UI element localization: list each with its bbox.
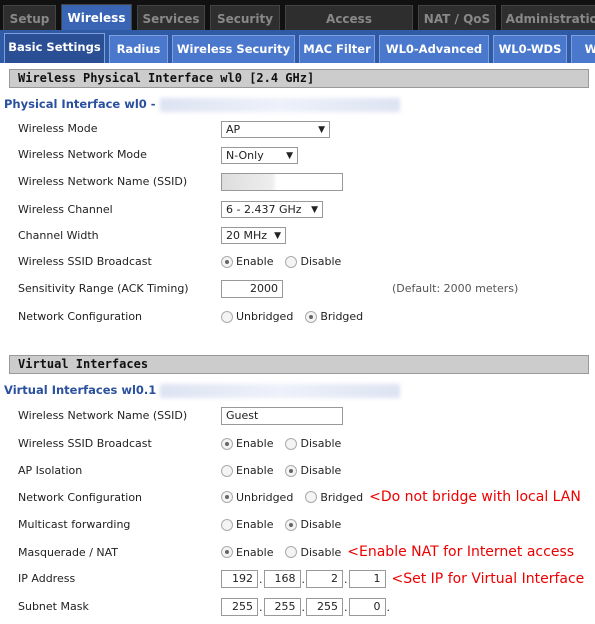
subtab-mac-filter[interactable]: MAC Filter (299, 35, 375, 63)
label: Wireless Mode (18, 122, 98, 135)
tab-security[interactable]: Security (210, 5, 280, 31)
label: Wireless Network Name (SSID) (18, 175, 188, 188)
network-mode-select[interactable]: N-Only ▼ (221, 147, 298, 164)
top-nav: Setup Wireless Services Security Access … (0, 0, 595, 52)
virtual-ssid-input[interactable]: Guest (221, 407, 343, 425)
physical-title: Physical Interface wl0 - (4, 97, 400, 112)
sub-nav: Basic Settings Radius Wireless Security … (0, 30, 595, 63)
bridged-radio[interactable]: Bridged (305, 310, 363, 323)
label: Wireless SSID Broadcast (18, 255, 152, 268)
label: Wireless Network Name (SSID) (18, 409, 188, 422)
tab-nat-qos[interactable]: NAT / QoS (418, 5, 496, 31)
tab-administration[interactable]: Administration (501, 5, 595, 31)
broadcast-enable-radio[interactable]: Enable (221, 255, 273, 268)
broadcast-disable-radio[interactable]: Disable (285, 255, 341, 268)
subtab-wl0-advanced[interactable]: WL0-Advanced (379, 35, 489, 63)
tab-wireless[interactable]: Wireless (61, 4, 132, 31)
subtab-wl0-wds[interactable]: WL0-WDS (493, 35, 567, 63)
ack-default-hint: (Default: 2000 meters) (392, 282, 519, 295)
unbridged-radio[interactable]: Unbridged (221, 310, 293, 323)
tab-setup[interactable]: Setup (3, 5, 56, 31)
label: Wireless SSID Broadcast (18, 437, 152, 450)
ack-timing-input[interactable]: 2000 (221, 280, 283, 298)
label: Wireless Network Mode (18, 148, 147, 161)
label: Wireless Channel (18, 203, 113, 216)
multicast-enable-radio[interactable]: Enable (221, 518, 273, 531)
ip-octet-3[interactable]: 2 (306, 570, 343, 588)
label: Network Configuration (18, 310, 143, 323)
annotation-bridge: <Do not bridge with local LAN (369, 489, 581, 505)
physical-title-text: Physical Interface wl0 - (4, 97, 156, 111)
label: Multicast forwarding (18, 518, 131, 531)
dropdown-arrow-icon: ▼ (274, 230, 281, 241)
v-broadcast-enable-radio[interactable]: Enable (221, 437, 273, 450)
subtab-basic-settings[interactable]: Basic Settings (4, 33, 105, 63)
channel-width-select[interactable]: 20 MHz ▼ (221, 227, 286, 244)
wireless-mode-select[interactable]: AP ▼ (221, 121, 330, 138)
section-physical: Wireless Physical Interface wl0 [2.4 GHz… (9, 69, 589, 88)
v-bridged-radio[interactable]: Bridged (305, 491, 363, 504)
channel-select[interactable]: 6 - 2.437 GHz ▼ (221, 201, 323, 218)
v-broadcast-disable-radio[interactable]: Disable (285, 437, 341, 450)
ssid-input[interactable] (221, 173, 343, 191)
virtual-title-text: Virtual Interfaces wl0.1 (4, 383, 157, 397)
label: Sensitivity Range (ACK Timing) (18, 282, 189, 295)
annotation-ip: <Set IP for Virtual Interface (391, 571, 585, 587)
tab-access-restrictions[interactable]: Access Restrictions (285, 5, 413, 52)
tab-services[interactable]: Services (137, 5, 205, 31)
isolation-disable-radio[interactable]: Disable (285, 464, 341, 477)
subtab-radius[interactable]: Radius (109, 35, 168, 63)
mask-octet-1[interactable]: 255 (221, 598, 258, 616)
subtab-more[interactable]: W (571, 35, 595, 63)
mask-octet-3[interactable]: 255 (306, 598, 343, 616)
label: IP Address (18, 572, 76, 585)
ip-octet-4[interactable]: 1 (348, 570, 386, 588)
v-unbridged-radio[interactable]: Unbridged (221, 491, 293, 504)
dropdown-arrow-icon: ▼ (286, 150, 293, 161)
label: Masquerade / NAT (18, 546, 119, 559)
label: Subnet Mask (18, 600, 89, 613)
ip-octet-1[interactable]: 192 (221, 570, 258, 588)
multicast-disable-radio[interactable]: Disable (285, 518, 341, 531)
label: AP Isolation (18, 464, 83, 477)
isolation-enable-radio[interactable]: Enable (221, 464, 273, 477)
ip-octet-2[interactable]: 168 (263, 570, 301, 588)
mask-octet-4[interactable]: 0 (348, 598, 386, 616)
nat-enable-radio[interactable]: Enable (221, 546, 273, 559)
nat-disable-radio[interactable]: Disable (285, 546, 341, 559)
label: Network Configuration (18, 491, 143, 504)
dropdown-arrow-icon: ▼ (318, 124, 325, 135)
redacted (159, 97, 400, 112)
label: Channel Width (18, 229, 99, 242)
virtual-title: Virtual Interfaces wl0.1 (4, 383, 401, 398)
annotation-nat: <Enable NAT for Internet access (347, 544, 575, 560)
section-virtual: Virtual Interfaces (9, 355, 589, 374)
dropdown-arrow-icon: ▼ (311, 204, 318, 215)
redacted (160, 383, 401, 398)
subtab-wireless-security[interactable]: Wireless Security (172, 35, 295, 63)
mask-octet-2[interactable]: 255 (263, 598, 301, 616)
